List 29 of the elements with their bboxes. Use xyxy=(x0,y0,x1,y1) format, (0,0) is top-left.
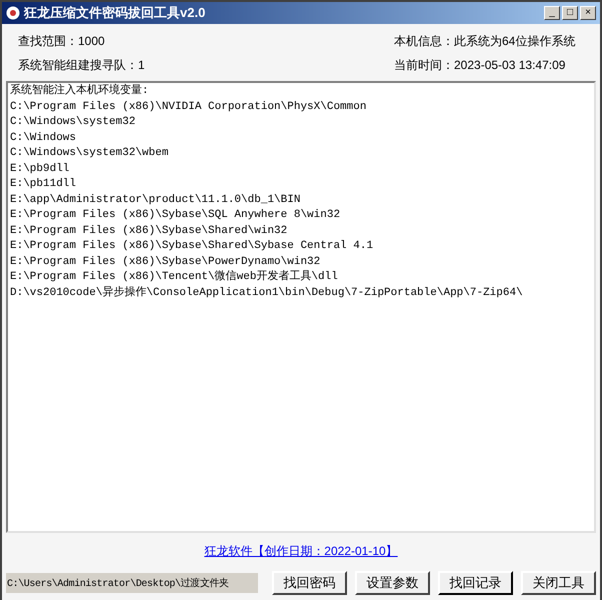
log-line: C:\Program Files (x86)\NVIDIA Corporation\PhysX\Common xyxy=(10,100,368,114)
log-line: E:\Program Files (x86)\Sybase\Shared\win32 xyxy=(10,224,288,238)
log-line: E:\Program Files (x86)\Tencent\微信web开发者工具\dll xyxy=(10,270,339,285)
log-line: C:\Windows\system32 xyxy=(10,115,136,130)
app-icon xyxy=(6,6,20,20)
window-title: 狂龙压缩文件密码拔回工具v2.0 xyxy=(24,4,206,22)
maximize-button[interactable]: □ xyxy=(562,6,578,20)
credits-link[interactable]: 狂龙软件【创作日期：2022-01-10】 xyxy=(204,542,398,560)
action-button[interactable]: 关闭工具 xyxy=(521,571,596,595)
info-text: 本机信息：此系统为64位操作系统 xyxy=(394,33,576,50)
info-text: 查找范围：1000 xyxy=(18,33,106,50)
minimize-button[interactable]: _ xyxy=(544,6,560,20)
log-line: D:\vs2010code\异步操作\ConsoleApplication1\bin\Debug\7-ZipPortable\App\7-Zip64\ xyxy=(10,286,524,300)
log-line: E:\app\Administrator\product\11.1.0\db_1\BIN xyxy=(10,192,302,208)
log-line: E:\Program Files (x86)\Sybase\SQL Anywhere 8\win32 xyxy=(10,208,342,223)
info-text: 当前时间：2023-05-03 13:47:09 xyxy=(394,57,566,74)
log-line: E:\pb11dll xyxy=(10,177,78,192)
log-line: C:\Windows\system32\wbem xyxy=(10,146,170,161)
action-button[interactable]: 找回密码 xyxy=(272,571,348,595)
log-line: 系统智能注入本机环境变量: xyxy=(10,84,150,99)
action-button[interactable]: 找回记录 xyxy=(438,571,514,595)
action-button[interactable]: 设置参数 xyxy=(355,571,430,595)
info-text: 系统智能组建搜寻队：1 xyxy=(18,57,146,74)
log-line: E:\Program Files (x86)\Sybase\Shared\Sybase Central 4.1 xyxy=(10,239,374,254)
path-field[interactable]: C:\Users\Administrator\Desktop\过渡文件夹 xyxy=(6,573,258,593)
log-line: E:\pb9dll xyxy=(10,162,70,176)
log-line: C:\Windows xyxy=(10,130,78,146)
close-button[interactable]: × xyxy=(580,6,596,20)
log-line: E:\Program Files (x86)\Sybase\PowerDynamo\win32 xyxy=(10,254,322,270)
